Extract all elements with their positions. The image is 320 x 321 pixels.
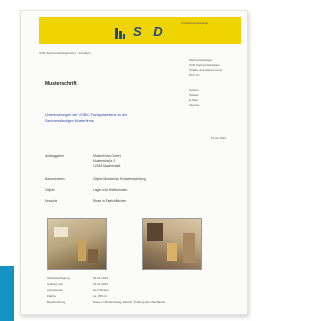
fact-value: Risse in Estrichflächen [93,199,127,203]
fact-value: Musterfirma GmbH Musterstraße 1 12345 Mu… [93,154,121,169]
detail-value: 01.01.2012 [93,276,109,280]
logo-mark-icon [115,28,125,39]
fact-value: Lager und Hallenboden [93,188,128,192]
fact-row: Ursache Risse in Estrichflächen [45,199,235,207]
contact-line: Internet [189,103,200,107]
address-block: Sachverständiger SVD Sachverständigen St… [189,58,241,78]
detail-label: Beschreibung [47,300,66,304]
logo-wordmark: S D [133,24,167,39]
photo-detail [183,233,195,263]
photo-detail [88,249,98,263]
fact-label: Auftraggeber [45,154,65,158]
detail-value: 01.01.2012 [93,282,109,286]
subject-line: Untersuchungen der VOB/C Fachgutachtens … [45,113,128,123]
accent-bar [0,266,14,321]
site-photo [142,218,202,270]
detail-label: Anwesende [47,288,63,292]
document-title: Musterschrift [45,81,77,87]
address-line: PLZ Ort [189,73,200,77]
fact-row: Objekt Lager und Hallenboden [45,188,235,196]
detail-value: Herr Muster [93,288,109,292]
photo-detail [147,223,163,241]
fact-value: Objekt Musterbau Schadensprüfung [93,177,146,181]
fact-row: Auftraggeber Musterfirma GmbH Musterstra… [45,154,235,170]
fact-value-line: 12345 Musterstadt [93,164,121,168]
fact-label: Objekt [45,188,55,192]
fact-label: Ursache [45,199,58,203]
photo-detail [167,243,177,261]
detail-row: Beschreibung Risse im Bodenbelag, Estric… [47,300,235,306]
detail-value: Risse im Bodenbelag, Estrich, Prüfung de… [93,300,166,304]
sender-line: SVD Sachverständigenbüro · Postfach [39,51,91,55]
detail-label: Ortsbesichtigung [47,276,70,280]
detail-label: Fläche [47,294,57,298]
site-photo [47,218,107,270]
fact-label: Bauvorhaben [45,177,65,181]
photo-detail [78,241,86,261]
detail-label: Auftrag vom [47,282,64,286]
brand-tagline: Prüfsachverständige [181,21,209,25]
fact-row: Bauvorhaben Objekt Musterbau Schadensprü… [45,177,235,185]
detail-value: ca. 250 m² [93,294,108,298]
document-page: S D Prüfsachverständige SVD Sachverständ… [20,10,248,315]
contact-block: Telefon Telefax E-Mail Internet [189,88,241,108]
photo-detail [54,227,68,237]
document-date: 01.01.2012 [211,136,227,140]
